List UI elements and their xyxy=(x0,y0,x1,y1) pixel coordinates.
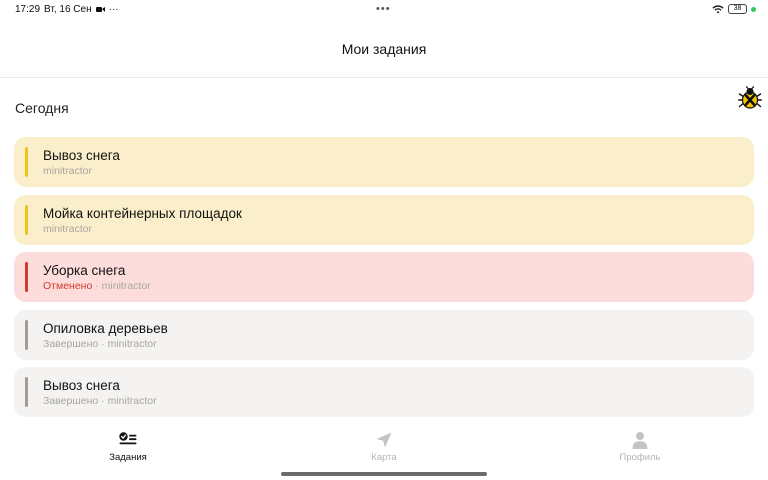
task-card[interactable]: Вывоз снега minitractor xyxy=(14,137,754,187)
task-title: Мойка контейнерных площадок xyxy=(43,205,242,221)
tab-label: Задания xyxy=(109,452,147,463)
task-title: Вывоз снега xyxy=(43,378,120,393)
task-separator: · xyxy=(98,337,108,350)
tasks-list-icon xyxy=(119,432,137,445)
task-subtitle: Завершено · minitractor xyxy=(43,395,157,407)
task-card[interactable]: Мойка контейнерных площадок minitractor xyxy=(14,194,754,245)
task-status-bar xyxy=(25,262,28,292)
camera-icon xyxy=(95,7,105,12)
bottom-tab-bar: Задания Карта Профиль xyxy=(0,430,768,470)
tab-label: Карта xyxy=(371,452,397,463)
status-date: Вт, 16 Сен xyxy=(44,4,92,15)
battery-icon: 38 xyxy=(728,4,747,14)
task-status-bar xyxy=(25,204,28,235)
navigation-arrow-icon xyxy=(376,432,392,448)
user-profile-icon xyxy=(632,432,648,449)
task-card[interactable]: Уборка снега Отменено · minitractor xyxy=(14,252,754,302)
charging-dot-icon xyxy=(751,6,756,12)
task-title: Уборка снега xyxy=(43,263,126,278)
task-subtitle: Отменено · minitractor xyxy=(43,280,151,292)
task-vehicle: minitractor xyxy=(107,337,157,350)
screen: 17:29 Вт, 16 Сен ··· ••• 38 Мои задания … xyxy=(0,0,768,480)
task-subtitle: minitractor xyxy=(43,223,92,235)
task-separator: · xyxy=(92,280,102,292)
wifi-icon xyxy=(712,4,724,13)
task-title: Вывоз снега xyxy=(43,148,120,163)
task-vehicle: minitractor xyxy=(107,395,157,407)
task-vehicle: minitractor xyxy=(43,222,93,235)
task-subtitle: minitractor xyxy=(43,165,92,177)
task-title: Опиловка деревьев xyxy=(43,320,168,336)
task-separator: · xyxy=(98,395,108,407)
task-subtitle: Завершено · minitractor xyxy=(43,338,157,350)
task-vehicle: minitractor xyxy=(43,165,93,177)
task-vehicle: minitractor xyxy=(101,280,151,292)
task-status: Завершено xyxy=(43,337,99,350)
task-list: Вывоз снега minitractor Мойка контейнерн… xyxy=(14,137,754,425)
status-time: 17:29 xyxy=(15,4,41,15)
status-left: 17:29 Вт, 16 Сен ··· xyxy=(15,4,119,15)
status-bar: 17:29 Вт, 16 Сен ··· ••• 38 xyxy=(0,0,768,20)
task-status-bar xyxy=(25,377,28,407)
multitask-dots[interactable]: ••• xyxy=(376,3,391,15)
task-card[interactable]: Опиловка деревьев Завершено · minitracto… xyxy=(14,309,754,360)
task-status-bar xyxy=(25,319,28,350)
tab-tasks[interactable]: Задания xyxy=(68,430,188,466)
task-status-bar xyxy=(25,147,28,177)
tab-map[interactable]: Карта xyxy=(324,430,444,466)
task-status: Завершено xyxy=(43,395,99,407)
page-header: Мои задания xyxy=(0,20,768,78)
tab-profile[interactable]: Профиль xyxy=(580,430,700,466)
task-status: Отменено xyxy=(43,280,93,292)
task-card[interactable]: Вывоз снега Завершено · minitractor xyxy=(14,367,754,417)
status-right: 38 xyxy=(712,4,756,14)
tab-label: Профиль xyxy=(619,452,661,463)
status-more: ··· xyxy=(108,4,119,15)
bug-report-icon[interactable] xyxy=(738,86,762,110)
page-title: Мои задания xyxy=(341,40,427,57)
section-title-today: Сегодня xyxy=(15,100,69,116)
home-indicator[interactable] xyxy=(281,472,487,476)
